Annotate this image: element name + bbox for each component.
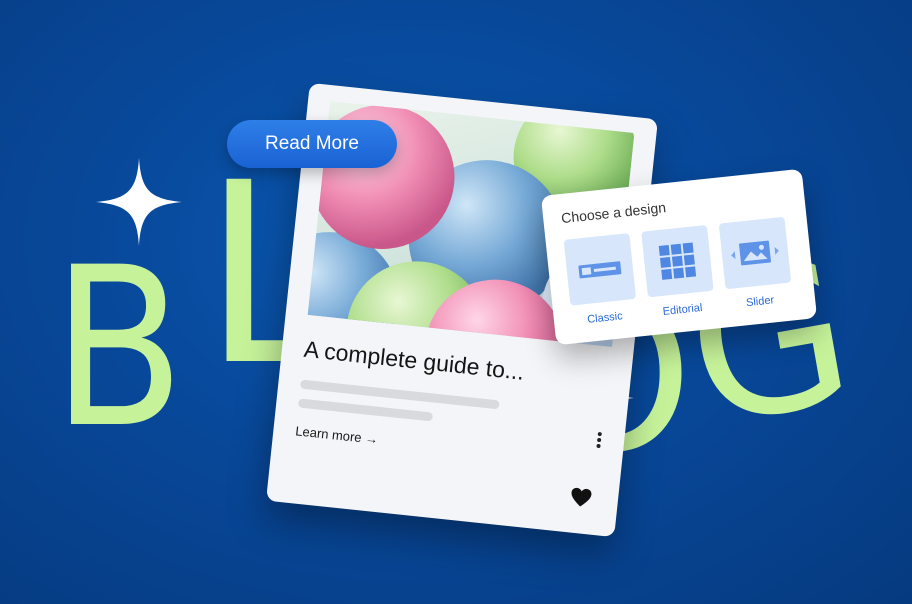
classic-layout-icon <box>578 261 622 279</box>
sparkle-icon <box>96 158 182 246</box>
design-option-label: Classic <box>586 310 624 326</box>
letter-b: B <box>52 220 185 476</box>
design-option-slider[interactable] <box>718 216 792 290</box>
read-more-button[interactable]: Read More <box>227 120 397 168</box>
editorial-grid-icon <box>658 242 697 280</box>
design-option-label: Slider <box>745 294 775 310</box>
post-title: A complete guide to... <box>302 335 526 385</box>
heart-icon[interactable] <box>569 486 593 508</box>
design-option-label: Editorial <box>662 301 703 318</box>
design-option-editorial[interactable] <box>641 224 714 298</box>
blog-hero-banner: B L O G <box>0 0 912 604</box>
slider-layout-icon <box>731 240 779 266</box>
panel-title: Choose a design <box>560 199 667 227</box>
design-option-classic[interactable] <box>563 233 637 306</box>
learn-more-link[interactable]: Learn more → <box>295 423 379 447</box>
kebab-menu-icon[interactable] <box>595 431 603 450</box>
text-placeholder-line <box>297 398 434 422</box>
design-chooser-panel: Choose a design Classic Editorial Slider <box>540 168 818 346</box>
